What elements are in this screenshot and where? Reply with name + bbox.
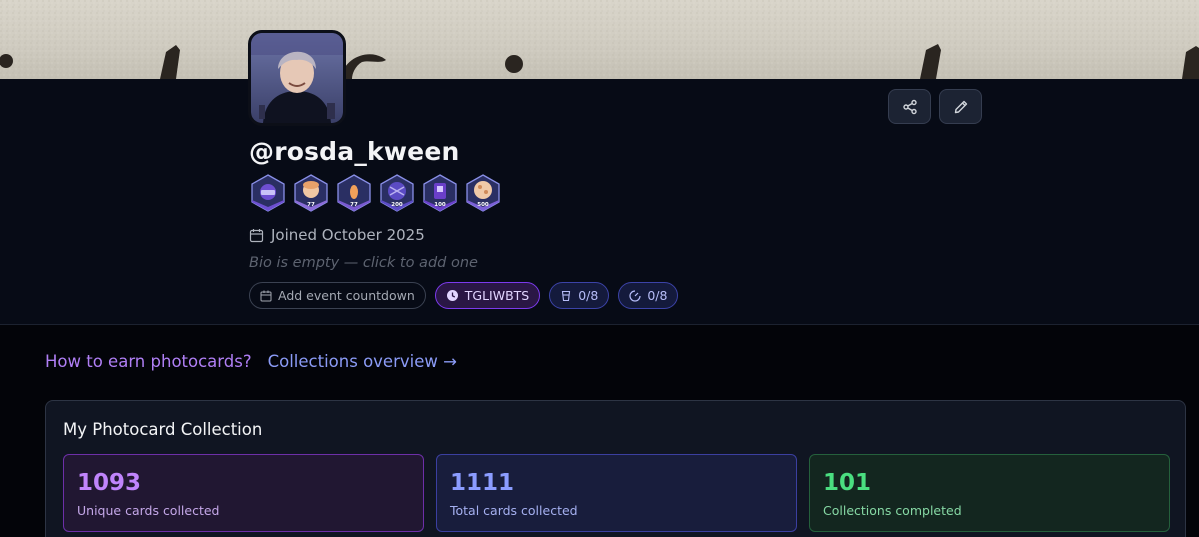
bio-placeholder[interactable]: Bio is empty — click to add one [249, 255, 478, 271]
photocard-collection-panel: My Photocard Collection 1093 Unique card… [45, 400, 1186, 537]
unique-cards-card: 1093 Unique cards collected [63, 454, 424, 532]
clock-icon [446, 290, 458, 301]
profile-pills: Add event countdown TGLIWBTS 0/8 0/8 [249, 282, 679, 309]
profile-banner [0, 0, 1199, 79]
share-button[interactable] [888, 89, 931, 124]
collections-overview-link[interactable]: Collections overview → [268, 352, 457, 371]
username: @rosda_kween [249, 137, 460, 166]
tag-label: TGLIWBTS [464, 288, 530, 303]
badge-count: 200 [391, 202, 403, 208]
badge-200[interactable]: 200 [379, 174, 415, 212]
badge-count: 500 [477, 202, 489, 208]
joined-text: Joined October 2025 [271, 226, 425, 244]
badge-count: 77 [350, 202, 358, 208]
how-to-earn-link[interactable]: How to earn photocards? [45, 352, 252, 371]
help-links: How to earn photocards? Collections over… [45, 352, 457, 371]
joined-date: Joined October 2025 [249, 226, 425, 244]
total-cards-card: 1111 Total cards collected [436, 454, 797, 532]
badge-500[interactable]: 500 [465, 174, 501, 212]
calendar-icon [249, 228, 264, 242]
cup-icon [562, 290, 571, 301]
edit-profile-button[interactable] [939, 89, 982, 124]
badge-100[interactable]: 100 [422, 174, 458, 212]
stat-pill-1[interactable]: 0/8 [549, 282, 610, 309]
stat-value: 1093 [77, 470, 142, 496]
stat-value: 101 [823, 470, 872, 496]
avatar[interactable] [248, 30, 346, 126]
badge-count: 100 [434, 202, 446, 208]
calendar-icon [260, 290, 272, 301]
badge-row: 77 77 200 100 500 [250, 174, 501, 212]
collection-title: My Photocard Collection [63, 420, 263, 439]
stat-pill-2[interactable]: 0/8 [618, 282, 679, 309]
badge-count: 77 [307, 202, 315, 208]
stat-label: Total cards collected [450, 503, 578, 518]
stat-label: Unique cards collected [77, 503, 220, 518]
add-event-countdown-button[interactable]: Add event countdown [249, 282, 426, 309]
stat-pill-1-value: 0/8 [578, 288, 599, 303]
countdown-label: Add event countdown [278, 288, 415, 303]
tag-pill[interactable]: TGLIWBTS [434, 282, 541, 309]
collections-completed-card: 101 Collections completed [809, 454, 1170, 532]
badge-2025[interactable] [250, 174, 286, 212]
badge-77-a[interactable]: 77 [293, 174, 329, 212]
share-icon [902, 99, 917, 114]
stat-pill-2-value: 0/8 [647, 288, 668, 303]
pencil-icon [954, 100, 967, 113]
progress-icon [629, 289, 641, 302]
stat-label: Collections completed [823, 503, 962, 518]
stat-value: 1111 [450, 470, 515, 496]
badge-77-b[interactable]: 77 [336, 174, 372, 212]
